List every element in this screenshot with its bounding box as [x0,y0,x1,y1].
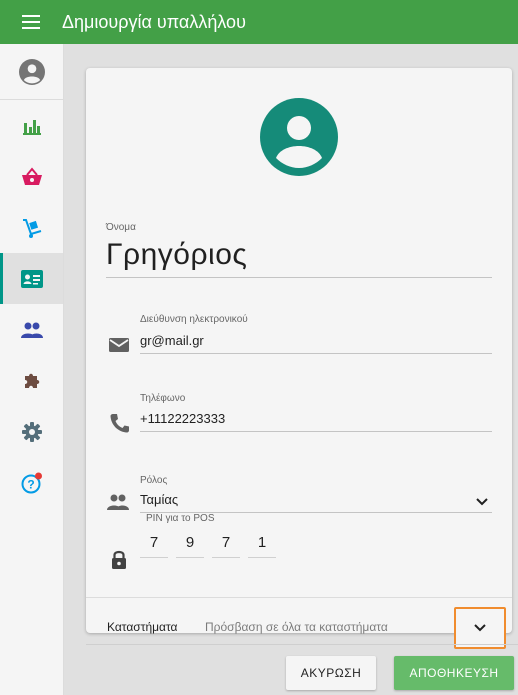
people-icon [107,494,129,510]
people-icon [20,322,43,338]
contact-card-icon [20,269,43,288]
save-button[interactable]: ΑΠΟΘΗΚΕΥΣΗ [394,656,514,690]
chevron-down-icon[interactable] [476,498,488,506]
sidebar-item-reports[interactable] [0,100,63,151]
pin-digit-3[interactable]: 7 [212,528,240,558]
name-input[interactable]: Γρηγόριος [106,238,247,272]
puzzle-icon [24,373,39,388]
email-input[interactable]: gr@mail.gr [140,333,204,348]
pin-digit-1[interactable]: 7 [140,528,168,558]
sidebar-item-integrations[interactable] [0,355,63,406]
bar-chart-icon [22,119,41,135]
stores-access-value: Πρόσβαση σε όλα τα καταστήματα [205,620,388,634]
phone-icon [110,414,129,433]
user-avatar[interactable] [0,44,63,100]
phone-underline [140,431,492,432]
hamburger-menu-icon [22,15,40,29]
name-label: Όνομα [106,222,136,233]
sidebar-item-employees[interactable] [0,253,63,304]
employee-form-card: Όνομα Γρηγόριος Διεύθυνση ηλεκτρονικού g… [86,68,512,649]
phone-label: Τηλέφωνο [140,393,186,404]
sidebar-item-sales[interactable] [0,151,63,202]
pin-digit-4[interactable]: 1 [248,528,276,558]
mail-icon [109,338,129,352]
sidebar-item-inventory[interactable] [0,202,63,253]
main-content: Όνομα Γρηγόριος Διεύθυνση ηλεκτρονικού g… [64,44,518,695]
email-label: Διεύθυνση ηλεκτρονικού [140,314,248,325]
pin-label: PIN για το POS [146,513,215,524]
gear-icon [21,421,42,442]
chevron-down-icon [474,624,486,632]
basket-icon [21,166,42,185]
email-underline [140,353,492,354]
lock-icon [112,550,126,569]
stores-label: Καταστήματα [107,620,178,634]
phone-input[interactable]: +11122223333 [140,411,225,426]
account-circle-icon [18,58,45,85]
app-bar: Δημιουργία υπαλλήλου [0,0,518,44]
help-icon: ? [21,472,42,493]
sidebar-item-settings[interactable] [0,406,63,457]
name-underline [106,277,492,278]
employee-avatar-icon[interactable] [260,98,338,176]
pin-digit-2[interactable]: 9 [176,528,204,558]
sidebar: ? [0,44,64,695]
menu-button[interactable] [0,0,62,44]
svg-text:?: ? [27,477,34,491]
pin-input-group[interactable]: 7 9 7 1 [140,528,276,558]
cancel-button[interactable]: ΑΚΥΡΩΣΗ [286,656,376,690]
actions-divider [86,644,518,645]
hand-truck-icon [22,218,41,238]
stores-expand-button[interactable] [454,607,506,649]
role-select[interactable]: Ταμίας [140,492,178,507]
sidebar-item-help[interactable]: ? [0,457,63,508]
sidebar-item-customers[interactable] [0,304,63,355]
page-title: Δημιουργία υπαλλήλου [62,11,246,32]
role-label: Ρόλος [140,475,168,486]
